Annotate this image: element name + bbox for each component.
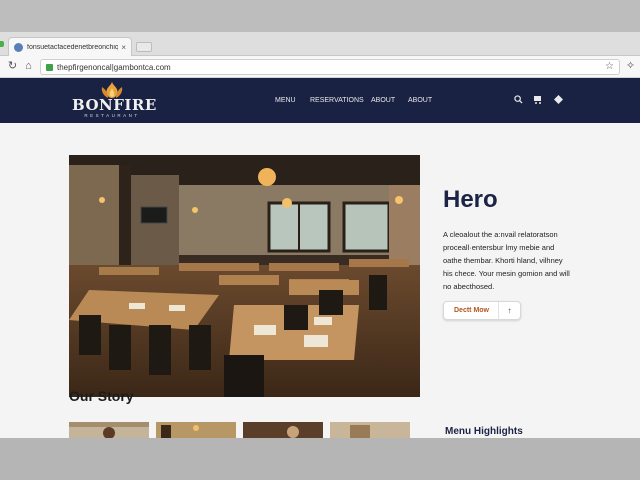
extensions-icon[interactable]: ✧ <box>624 60 637 73</box>
outer-backdrop-top <box>0 0 640 32</box>
favicon-icon <box>14 42 23 52</box>
address-row: ↻ ⌂ thepfirgenoncal|gambontca.com ☆ ✧ <box>0 56 640 78</box>
outer-backdrop-bottom <box>0 438 640 480</box>
story-thumbnail-1[interactable] <box>69 422 149 438</box>
address-bar[interactable]: thepfirgenoncal|gambontca.com ☆ <box>40 59 620 75</box>
reload-icon[interactable]: ↻ <box>6 60 19 73</box>
hero-cta-button[interactable]: Dectt Mow ↑ <box>443 301 521 320</box>
tab-indicator <box>0 41 4 47</box>
nav-about[interactable]: ABOUT <box>371 97 395 104</box>
tab-bar: fonsuetacfacedenetbreonchiqit.. × <box>0 32 640 56</box>
nav-menu[interactable]: MENU <box>275 97 296 104</box>
arrow-up-icon: ↑ <box>498 302 520 319</box>
bonfire-logo[interactable]: BONFIRE RESTAURANT <box>72 81 157 121</box>
cart-icon[interactable] <box>533 95 543 105</box>
menu-highlights-heading: Menu Highlights <box>445 426 523 437</box>
logo-wordmark: BONFIRE <box>72 96 157 114</box>
our-story-heading: Our Story <box>69 388 134 404</box>
site-header: BONFIRE RESTAURANT MENU RESERVATIONS ABO… <box>0 78 640 123</box>
browser-window: fonsuetacfacedenetbreonchiqit.. × ↻ ⌂ th… <box>0 32 640 438</box>
new-tab-button[interactable] <box>136 42 152 52</box>
tab-title: fonsuetacfacedenetbreonchiqit.. <box>27 43 119 51</box>
bookmark-star-icon[interactable]: ☆ <box>605 61 614 72</box>
nav-reservations[interactable]: RESERVATIONS <box>310 97 364 104</box>
hero-image <box>69 155 420 397</box>
story-thumbnail-2[interactable] <box>156 422 236 438</box>
url-text: thepfirgenoncal|gambontca.com <box>57 62 171 72</box>
browser-tab[interactable]: fonsuetacfacedenetbreonchiqit.. × <box>8 37 132 56</box>
home-icon[interactable]: ⌂ <box>22 60 35 73</box>
tab-close-icon[interactable]: × <box>121 43 126 52</box>
hero-title: Hero <box>443 186 498 213</box>
hero-description: A cleoalout the a:nvail relatoratson pro… <box>443 230 570 291</box>
secure-icon <box>46 63 53 71</box>
account-icon[interactable] <box>553 95 563 105</box>
logo-subtitle: RESTAURANT <box>84 113 140 118</box>
nav-about-2[interactable]: ABOUT <box>408 97 432 104</box>
story-thumbnail-3[interactable] <box>243 422 323 438</box>
search-icon[interactable] <box>513 95 523 105</box>
cta-label: Dectt Mow <box>454 307 489 314</box>
story-thumbnail-4[interactable] <box>330 422 410 438</box>
